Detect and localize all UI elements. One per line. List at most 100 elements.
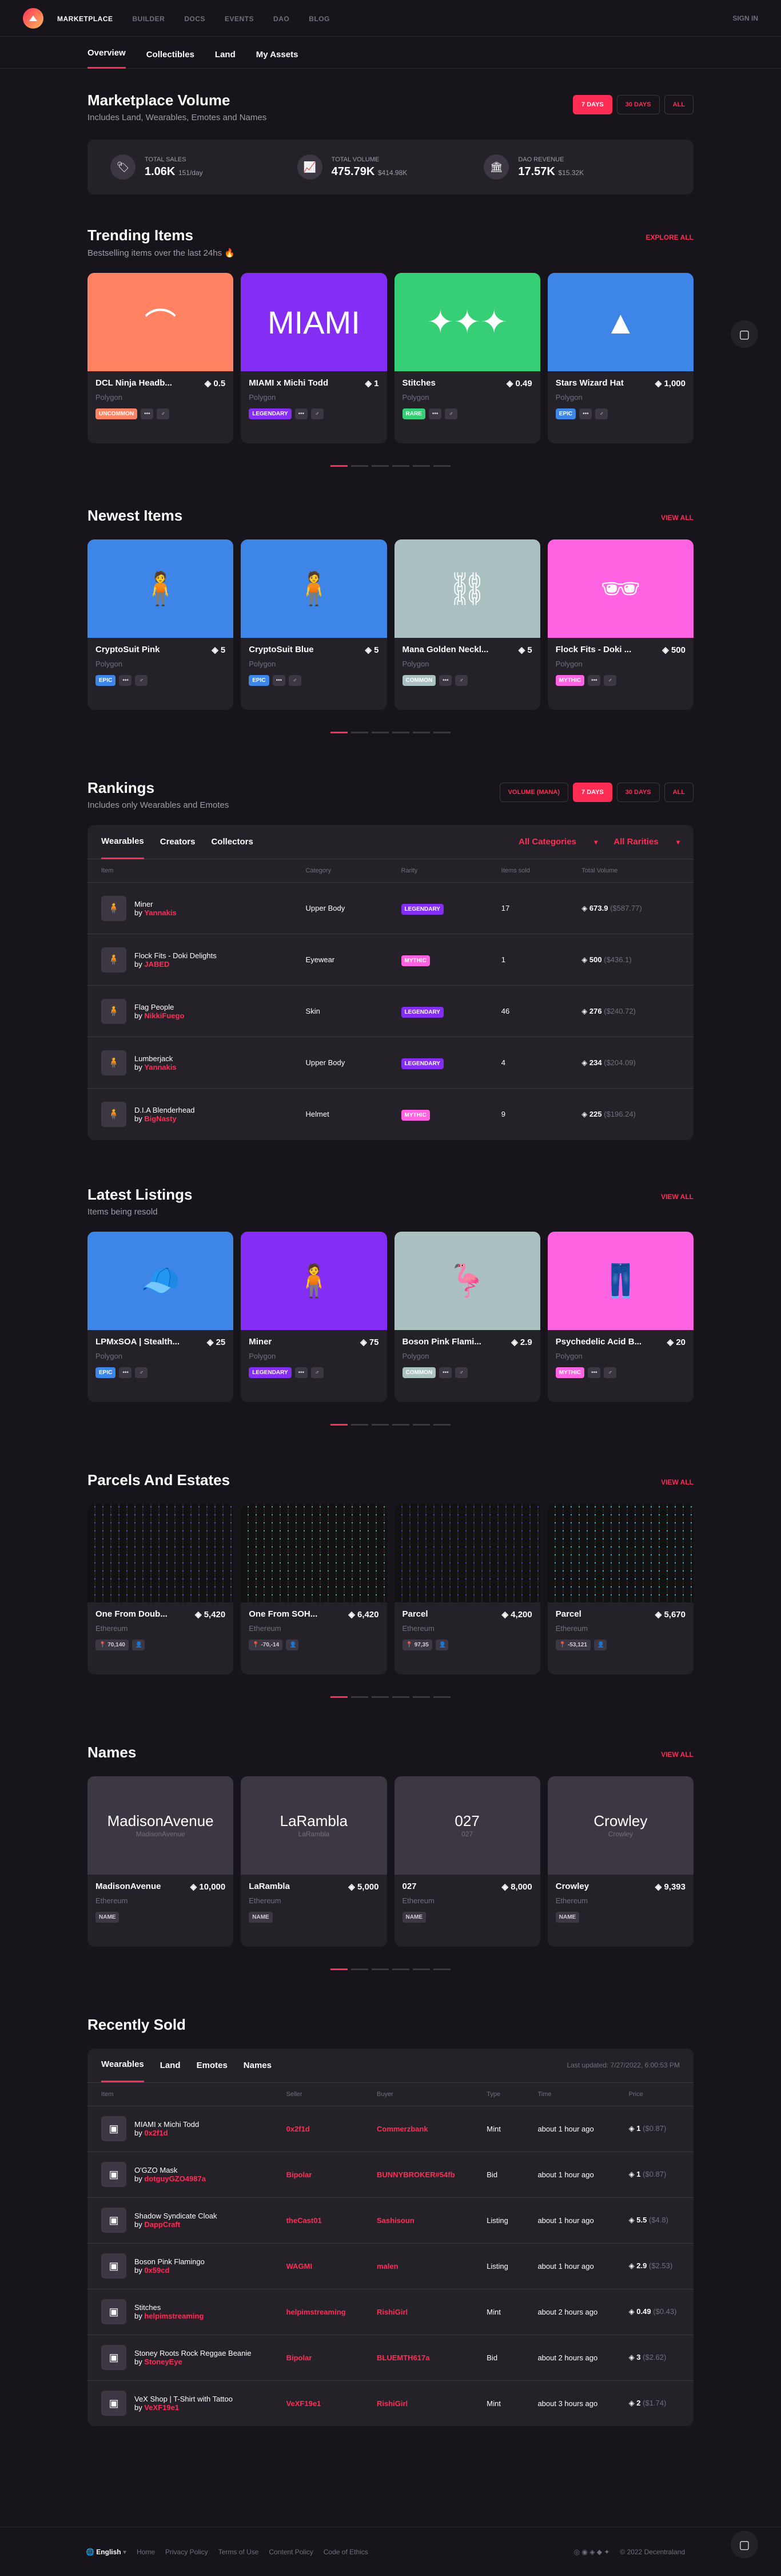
explore-all-link[interactable]: Explore All [645, 233, 694, 241]
nav-link-events[interactable]: Events [225, 15, 254, 23]
carousel-dots[interactable] [87, 465, 694, 467]
tab-my-assets[interactable]: My Assets [256, 50, 298, 69]
table-row[interactable]: ▣ Stitches by helpimstreaming helpimstreami… [87, 2288, 694, 2335]
table-row[interactable]: 🧍 D.I.A Blenderhead by BigNasty Helmet Mythi… [87, 1088, 694, 1140]
item-card[interactable]: 🧍 Miner ◈ 75 Polygon Legendary ••• ♂ [241, 1231, 387, 1402]
tab-creators[interactable]: Creators [160, 825, 196, 858]
footer-link-terms-of-use[interactable]: Terms of Use [218, 2548, 259, 2556]
rank-range-30-days[interactable]: 30 Days [616, 783, 660, 802]
table-row[interactable]: ▣ Shadow Syndicate Cloak by DappCraft theCa… [87, 2197, 694, 2243]
rank-range-all[interactable]: All [664, 783, 694, 802]
item-card[interactable]: LaRambla LaRambla LaRambla ◈ 5,000 Ethereum N… [241, 1776, 387, 1947]
creator-link[interactable]: JABED [144, 960, 169, 969]
table-row[interactable]: ▣ Stoney Roots Rock Reggae Beanie by Stone… [87, 2334, 694, 2380]
buyer-cell[interactable]: Sashisoun [362, 2197, 473, 2243]
nav-link-marketplace[interactable]: Marketplace [57, 15, 113, 23]
item-card[interactable]: 🕶 Flock Fits - Doki ... ◈ 500 Polygon Mythic… [547, 539, 694, 710]
seller-cell[interactable]: Bipolar [272, 2151, 363, 2197]
names-view-all[interactable]: View All [661, 1751, 694, 1759]
tab-land[interactable]: Land [160, 2049, 181, 2082]
rarity-filter[interactable]: All Rarities ▾ [613, 825, 680, 858]
seller-cell[interactable]: Bipolar [272, 2334, 363, 2380]
table-row[interactable]: 🧍 Flag People by NikkiFuego Skin Legendary 46… [87, 985, 694, 1037]
table-row[interactable]: ▣ VeX Shop | T-Shirt with Tattoo by VeXF19… [87, 2380, 694, 2426]
item-card[interactable]: Parcel ◈ 4,200 Ethereum 📍 97,35 👤 [394, 1503, 540, 1674]
nav-link-blog[interactable]: Blog [309, 15, 330, 23]
carousel-dots[interactable] [87, 732, 694, 733]
item-card[interactable]: 👖 Psychedelic Acid B... ◈ 20 Polygon Mythic •… [547, 1231, 694, 1402]
table-row[interactable]: 🧍 Miner by Yannakis Upper Body Legendary 17 ◈ … [87, 882, 694, 934]
item-card[interactable]: MadisonAvenue MadisonAvenue MadisonAvenue ◈… [87, 1776, 234, 1947]
carousel-dots[interactable] [87, 1968, 694, 1970]
item-card[interactable]: 🦩 Boson Pink Flami... ◈ 2.9 Polygon Common ••… [394, 1231, 540, 1402]
creator-link[interactable]: BigNasty [144, 1114, 176, 1123]
buyer-cell[interactable]: RishiGirl [362, 2380, 473, 2426]
chat-icon[interactable]: ▢ [731, 320, 758, 348]
tab-land[interactable]: Land [215, 50, 236, 69]
tab-names[interactable]: Names [244, 2049, 272, 2082]
item-card[interactable]: ▲ Stars Wizard Hat ◈ 1,000 Polygon Epic ••• ♂ [547, 273, 694, 443]
language-dropdown[interactable]: 🌐 English ▾ [86, 2548, 126, 2556]
social-icons[interactable]: ◎ ◉ ◈ ◆ ✦ [574, 2548, 610, 2556]
item-card[interactable]: ✦✦✦ Stitches ◈ 0.49 Polygon Rare ••• ♂ [394, 273, 540, 443]
table-row[interactable]: 🧍 Flock Fits - Doki Delights by JABED Eyewe… [87, 934, 694, 986]
footer-link-home[interactable]: Home [137, 2548, 155, 2556]
creator-link[interactable]: Yannakis [144, 908, 176, 917]
table-row[interactable]: ▣ O'GZO Mask by dotguyGZO4987a Bipolar BUNNY… [87, 2151, 694, 2197]
creator-link[interactable]: VeXF19e1 [144, 2403, 179, 2412]
tab-overview[interactable]: Overview [87, 48, 126, 69]
sign-in-link[interactable]: Sign In [732, 14, 758, 22]
range-all-button[interactable]: All [664, 95, 694, 114]
buyer-cell[interactable]: RishiGirl [362, 2288, 473, 2335]
creator-link[interactable]: NikkiFuego [144, 1011, 184, 1020]
item-card[interactable]: 🧍 CryptoSuit Blue ◈ 5 Polygon Epic ••• ♂ [241, 539, 387, 710]
buyer-cell[interactable]: BUNNYBROKER#54fb [362, 2151, 473, 2197]
volume-dropdown[interactable]: Volume (MANA) [499, 783, 569, 802]
nav-link-builder[interactable]: Builder [133, 15, 165, 23]
creator-link[interactable]: StoneyEye [144, 2357, 182, 2366]
nav-link-dao[interactable]: DAO [273, 15, 289, 23]
range-30-days-button[interactable]: 30 Days [616, 95, 660, 114]
creator-link[interactable]: 0x2f1d [144, 2129, 168, 2137]
item-card[interactable]: MIAMI MIAMI x Michi Todd ◈ 1 Polygon Legenda… [241, 273, 387, 443]
item-card[interactable]: Crowley Crowley Crowley ◈ 9,393 Ethereum Name [547, 1776, 694, 1947]
item-card[interactable]: One From Doub... ◈ 5,420 Ethereum 📍 70,140 👤 [87, 1503, 234, 1674]
creator-link[interactable]: helpimstreaming [144, 2312, 204, 2320]
seller-cell[interactable]: 0x2f1d [272, 2105, 363, 2152]
seller-cell[interactable]: theCast01 [272, 2197, 363, 2243]
item-card[interactable]: One From SOH... ◈ 6,420 Ethereum 📍 -70,-14 👤 [241, 1503, 387, 1674]
seller-cell[interactable]: WAGMI [272, 2242, 363, 2289]
item-card[interactable]: ⌒ DCL Ninja Headb... ◈ 0.5 Polygon Uncommon •… [87, 273, 234, 443]
tab-emotes[interactable]: Emotes [197, 2049, 228, 2082]
tab-wearables[interactable]: Wearables [101, 825, 144, 859]
nav-link-docs[interactable]: Docs [184, 15, 205, 23]
table-row[interactable]: ▣ MIAMI x Michi Todd by 0x2f1d 0x2f1d Commer… [87, 2105, 694, 2152]
seller-cell[interactable]: helpimstreaming [272, 2288, 363, 2335]
creator-link[interactable]: Yannakis [144, 1063, 176, 1071]
newest-view-all[interactable]: View All [661, 514, 694, 522]
item-card[interactable]: 🧢 LPMxSOA | Stealth... ◈ 25 Polygon Epic ••• ♂ [87, 1231, 234, 1402]
item-card[interactable]: 027 027 027 ◈ 8,000 Ethereum Name [394, 1776, 540, 1947]
item-card[interactable]: 🧍 CryptoSuit Pink ◈ 5 Polygon Epic ••• ♂ [87, 539, 234, 710]
parcels-view-all[interactable]: View All [661, 1478, 694, 1486]
rank-range-7-days[interactable]: 7 Days [573, 783, 612, 802]
tab-collectibles[interactable]: Collectibles [146, 50, 194, 69]
decentraland-logo[interactable] [23, 7, 43, 29]
item-card[interactable]: ⛓ Mana Golden Neckl... ◈ 5 Polygon Common •••… [394, 539, 540, 710]
table-row[interactable]: ▣ Boson Pink Flamingo by 0x59cd WAGMI malen L… [87, 2242, 694, 2289]
range-7-days-button[interactable]: 7 Days [573, 95, 612, 114]
footer-link-content-policy[interactable]: Content Policy [269, 2548, 313, 2556]
tab-wearables[interactable]: Wearables [101, 2048, 144, 2082]
carousel-dots[interactable] [87, 1423, 694, 1426]
creator-link[interactable]: 0x59cd [144, 2266, 169, 2275]
buyer-cell[interactable]: Commerzbank [362, 2105, 473, 2152]
buyer-cell[interactable]: malen [362, 2242, 473, 2289]
footer-link-code-of-ethics[interactable]: Code of Ethics [324, 2548, 368, 2556]
item-card[interactable]: Parcel ◈ 5,670 Ethereum 📍 -53,121 👤 [547, 1503, 694, 1674]
listings-view-all[interactable]: View All [661, 1193, 694, 1201]
carousel-dots[interactable] [87, 1696, 694, 1698]
tab-collectors[interactable]: Collectors [211, 825, 253, 858]
creator-link[interactable]: dotguyGZO4987a [144, 2174, 206, 2183]
buyer-cell[interactable]: BLUEMTH617a [362, 2334, 473, 2380]
table-row[interactable]: 🧍 Lumberjack by Yannakis Upper Body Legendar… [87, 1037, 694, 1089]
